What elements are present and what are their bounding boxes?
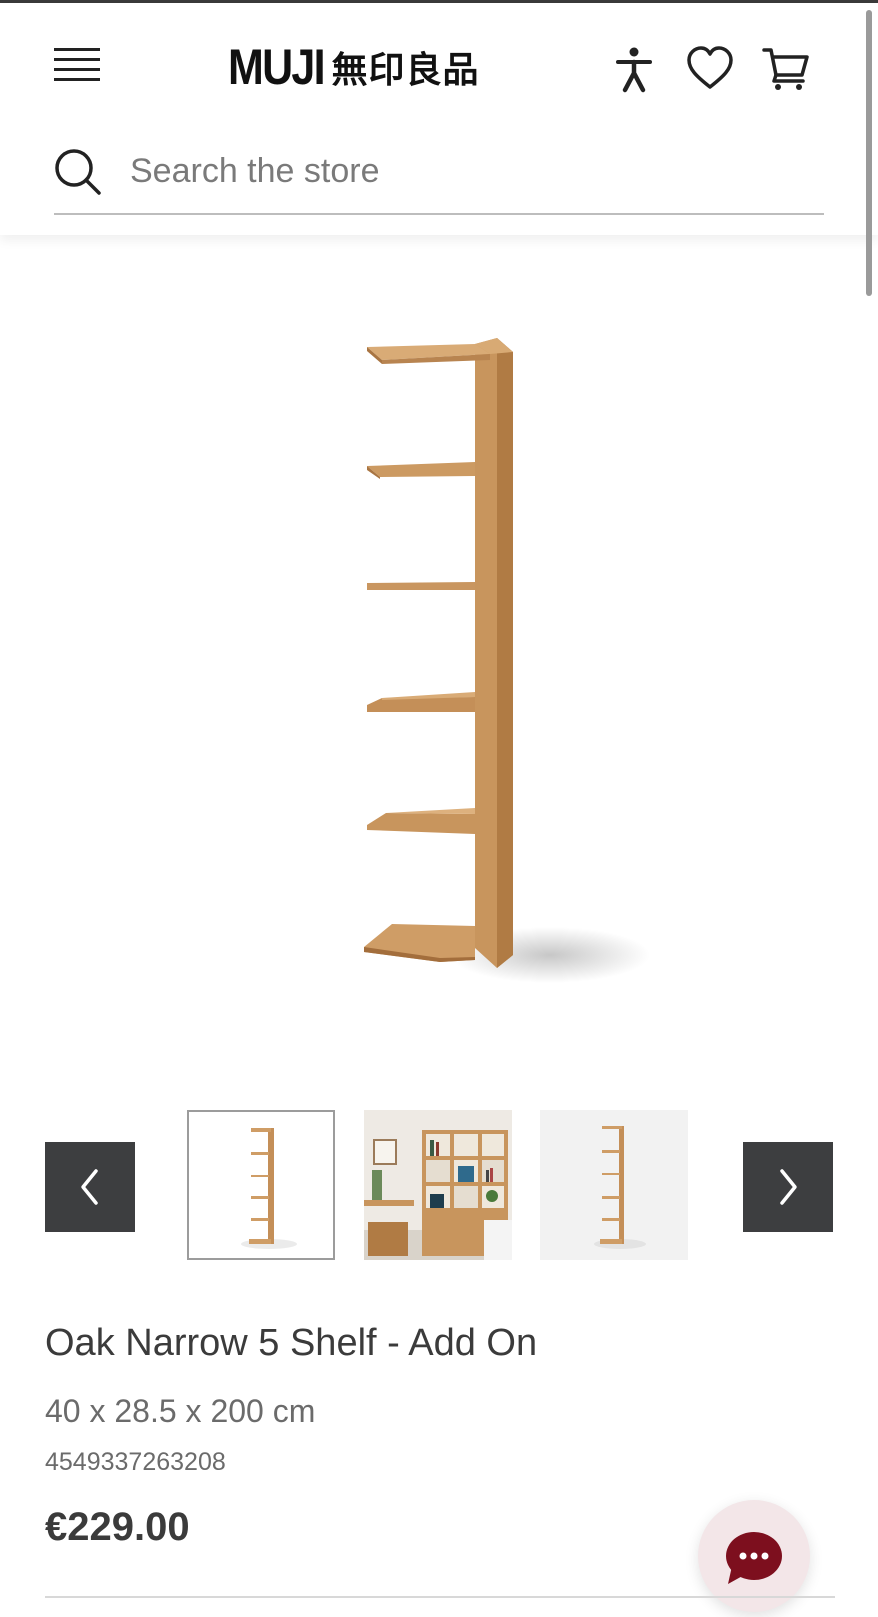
thumbnail-room-scene[interactable]	[364, 1110, 512, 1260]
search-input[interactable]	[130, 149, 810, 193]
logo-latin: MUJI	[228, 39, 326, 95]
thumbnail-carousel	[0, 1110, 878, 1265]
product-title: Oak Narrow 5 Shelf - Add On	[45, 1322, 538, 1364]
heart-icon[interactable]	[686, 45, 734, 93]
product-price: €229.00	[45, 1505, 190, 1549]
cart-icon[interactable]	[762, 45, 810, 93]
product-dimensions: 40 x 28.5 x 200 cm	[45, 1393, 316, 1429]
product-main-image[interactable]	[300, 320, 680, 1040]
chevron-left-icon[interactable]	[45, 1142, 135, 1232]
site-header: MUJI 無印良品	[0, 3, 878, 235]
thumbnail-shelf-front[interactable]	[187, 1110, 335, 1260]
muji-logo[interactable]: MUJI 無印良品	[228, 39, 479, 95]
search-bar	[54, 143, 824, 215]
page-scrollbar[interactable]	[866, 10, 872, 296]
thumbnail-shelf-side[interactable]	[540, 1110, 688, 1260]
accessibility-icon[interactable]	[610, 45, 658, 93]
section-divider	[45, 1596, 835, 1598]
product-sku: 4549337263208	[45, 1448, 226, 1476]
search-icon[interactable]	[54, 148, 102, 196]
hamburger-menu-icon[interactable]	[54, 48, 100, 86]
logo-kanji: 無印良品	[331, 50, 480, 91]
chevron-right-icon[interactable]	[743, 1142, 833, 1232]
